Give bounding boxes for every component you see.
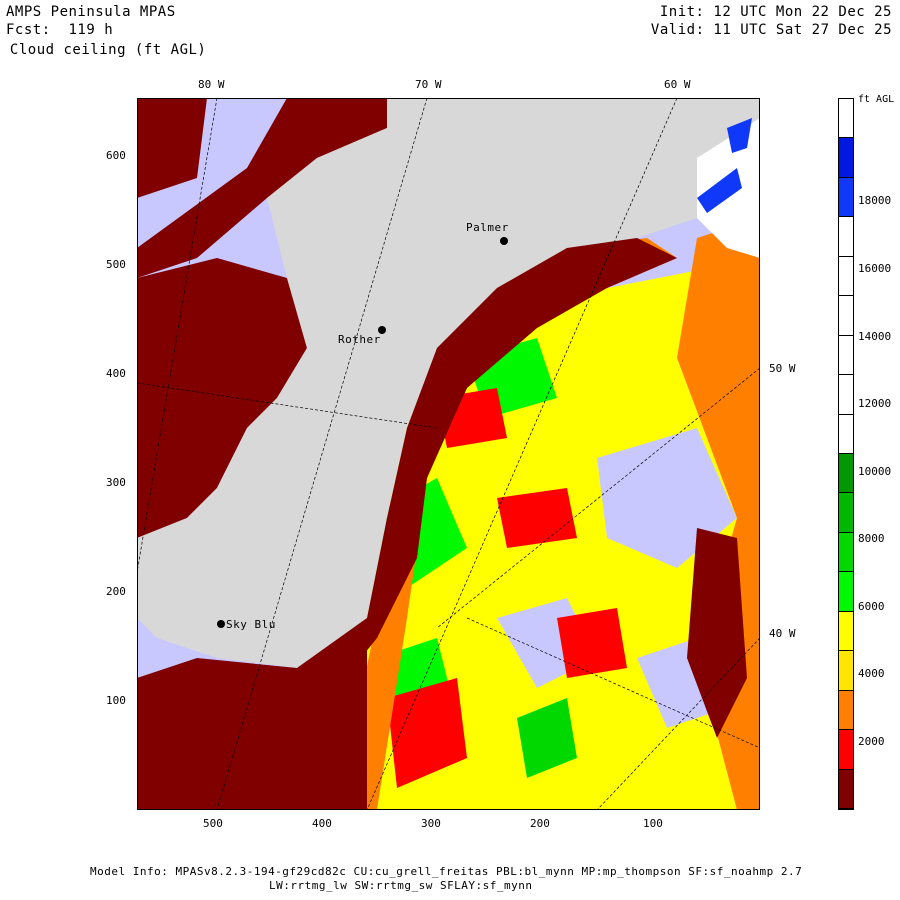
colorbar-segment [839, 335, 853, 376]
colorbar-segment [839, 572, 853, 612]
x-tick-500: 500 [203, 817, 223, 830]
colorbar-unit: ft AGL [858, 94, 895, 105]
palmer-marker [500, 237, 508, 245]
product-title: AMPS Peninsula MPAS [6, 4, 176, 20]
y-tick-200: 200 [106, 585, 126, 598]
colorbar-segment [839, 375, 853, 415]
colorbar-segment [839, 177, 853, 218]
lon-label-50w: 50 W [769, 362, 796, 375]
lon-label-60w: 60 W [664, 78, 691, 91]
colorbar-segment [839, 138, 853, 178]
x-tick-200: 200 [530, 817, 550, 830]
colorbar-segment [839, 99, 853, 139]
station-label-palmer: Palmer [466, 221, 509, 234]
sky-blu-marker [217, 620, 225, 628]
field-name: Cloud ceiling (ft AGL) [1, 42, 207, 58]
y-tick-600: 600 [106, 149, 126, 162]
lon-label-70w: 70 W [415, 78, 442, 91]
colorbar-segment [839, 532, 853, 573]
init-time: Init: 12 UTC Mon 22 Dec 25 [659, 4, 892, 20]
colorbar-segment [839, 651, 853, 691]
colorbar-segment [839, 493, 853, 533]
y-tick-500: 500 [106, 258, 126, 271]
colorbar-segment [839, 769, 853, 809]
colorbar-label-10000: 10000 [858, 465, 892, 478]
valid-time: Valid: 11 UTC Sat 27 Dec 25 [650, 22, 892, 38]
x-tick-300: 300 [421, 817, 441, 830]
forecast-hour: Fcst: 119 h [6, 22, 114, 38]
colorbar-label-6000: 6000 [858, 600, 885, 613]
colorbar-label-16000: 16000 [858, 262, 892, 275]
station-label-rothera: Rother [338, 333, 381, 346]
colorbar-label-4000: 4000 [858, 667, 885, 680]
x-tick-100: 100 [643, 817, 663, 830]
cloud-ceiling-map [137, 98, 760, 810]
model-info-line1: Model Info: MPASv8.2.3-194-gf29cd82c CU:… [90, 865, 803, 878]
colorbar-segment [839, 256, 853, 297]
colorbar-label-2000: 2000 [858, 735, 885, 748]
y-tick-300: 300 [106, 476, 126, 489]
colorbar-label-18000: 18000 [858, 194, 892, 207]
colorbar-label-14000: 14000 [858, 330, 892, 343]
map-canvas [137, 98, 760, 810]
colorbar-label-8000: 8000 [858, 532, 885, 545]
colorbar [838, 98, 854, 810]
x-tick-400: 400 [312, 817, 332, 830]
colorbar-segment [839, 414, 853, 454]
colorbar-segment [839, 454, 853, 494]
colorbar-label-12000: 12000 [858, 397, 892, 410]
colorbar-segment [839, 690, 853, 731]
colorbar-segment [839, 217, 853, 257]
colorbar-segment [839, 611, 853, 652]
colorbar-segment [839, 296, 853, 336]
lon-label-80w: 80 W [198, 78, 225, 91]
y-tick-100: 100 [106, 694, 126, 707]
colorbar-segment [839, 730, 853, 770]
station-label-sky-blu: Sky Blu [226, 618, 276, 631]
model-info-line2: LW:rrtmg_lw SW:rrtmg_sw SFLAY:sf_mynn [269, 879, 533, 892]
y-tick-400: 400 [106, 367, 126, 380]
lon-label-40w: 40 W [769, 627, 796, 640]
